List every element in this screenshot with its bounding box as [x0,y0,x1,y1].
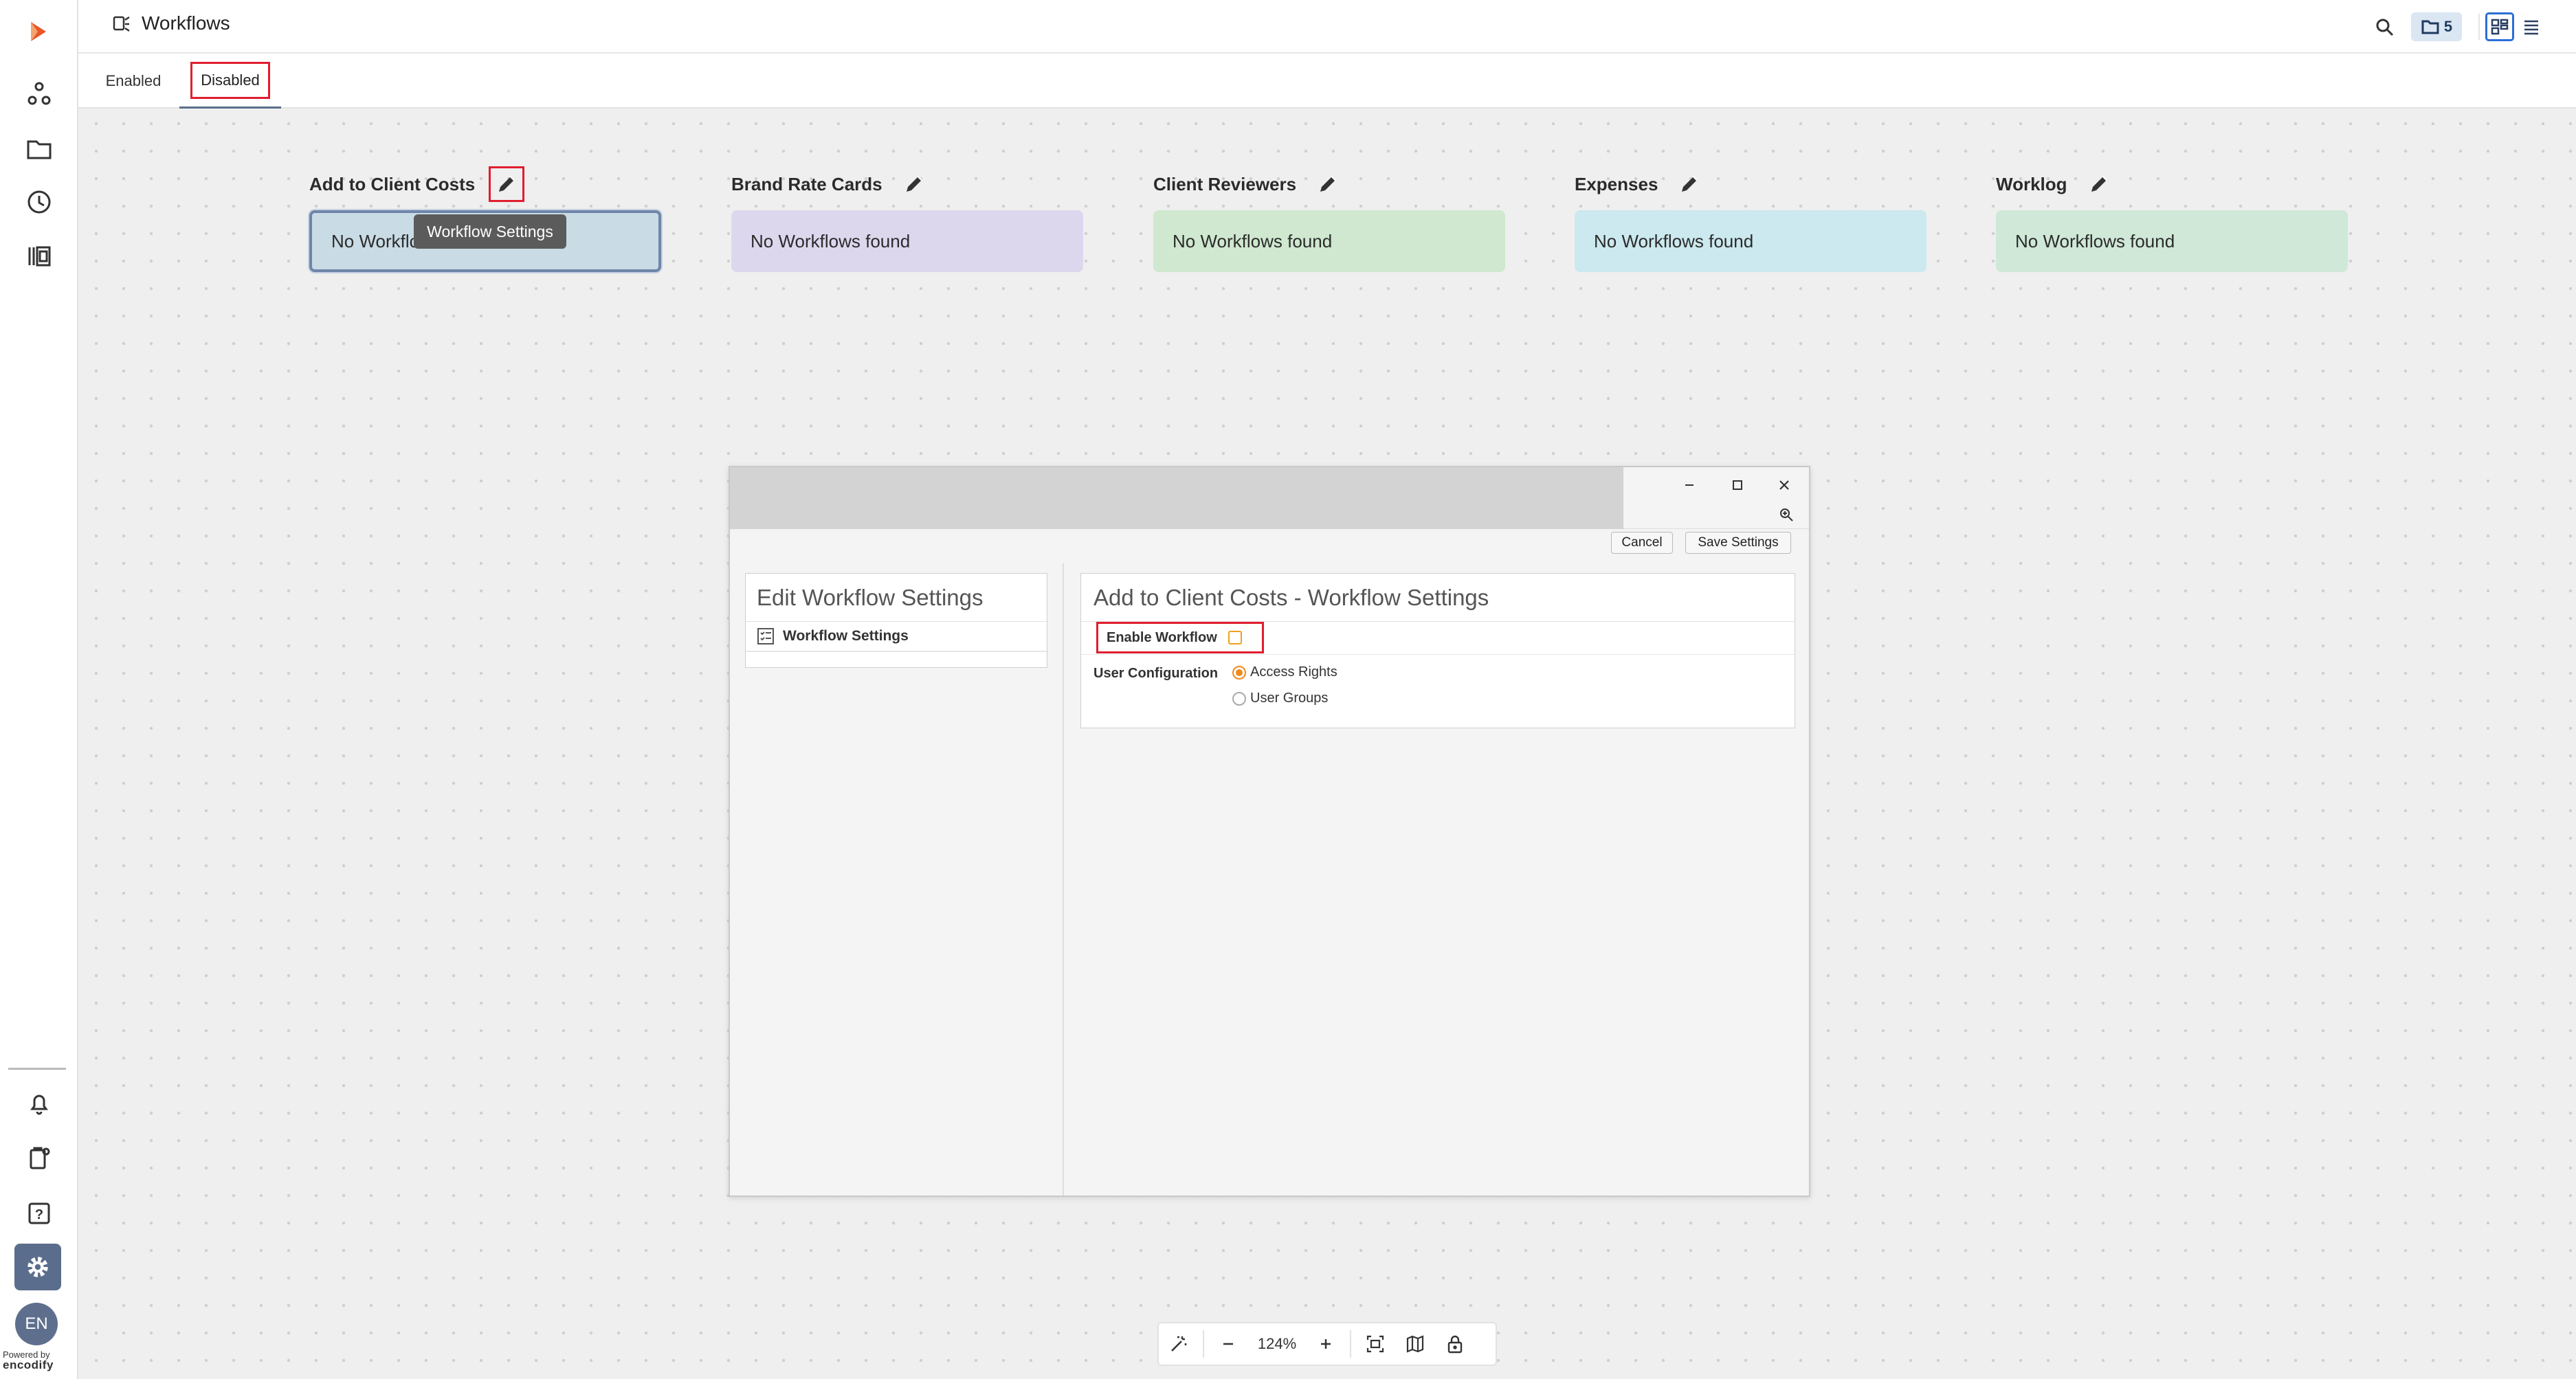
column-title: Brand Rate Cards [731,173,882,194]
brand-name: encodify [3,1358,54,1371]
workflow-empty-box[interactable]: No Workflows found [1996,210,2348,272]
workflow-empty-box[interactable]: No Workflows found [1575,210,1927,272]
powered-by: Powered by encodify [3,1349,54,1371]
workflow-settings-panel: Add to Client Costs - Workflow Settings … [1080,573,1795,728]
magic-wand-icon[interactable] [1159,1323,1199,1365]
tab-disabled[interactable]: Disabled [179,54,281,109]
view-toggle [2485,12,2546,41]
workflow-column-client-reviewers: Client Reviewers No Workflows found [1153,166,1505,272]
radio-user-groups[interactable]: User Groups [1232,691,1328,706]
enable-workflow-label: Enable Workflow [1107,629,1217,645]
pencil-edit-icon[interactable] [2081,166,2117,202]
pencil-edit-icon[interactable] [489,166,525,202]
empty-text: No Workflc [331,230,419,251]
folder-count: 5 [2443,18,2453,35]
settings-list-icon [757,627,775,645]
tab-enabled[interactable]: Enabled [99,54,168,109]
nav-item-label: Workflow Settings [783,628,909,644]
column-header: Add to Client Costs [309,166,661,202]
language-avatar[interactable]: EN [15,1303,58,1345]
lock-icon[interactable] [1435,1323,1475,1365]
sidebar: ? EN Powered by encodify [0,0,78,1379]
zoom-level: 124% [1257,1335,1297,1352]
radio-button[interactable] [1232,691,1246,706]
tab-bar: Enabled Disabled [78,54,2576,109]
header-divider [2478,14,2480,40]
workflow-settings-title: Add to Client Costs - Workflow Settings [1081,574,1795,622]
help-icon[interactable]: ? [20,1194,58,1233]
workflow-nodes-icon[interactable] [20,74,58,113]
radio-access-rights[interactable]: Access Rights [1232,664,1337,680]
column-title: Client Reviewers [1153,173,1297,194]
user-configuration-row: User Configuration Access Rights User Gr… [1081,655,1795,724]
workflow-empty-box[interactable]: No Workflows found [1153,210,1505,272]
workflow-column-brand-rate-cards: Brand Rate Cards No Workflows found [731,166,1083,272]
radio-label: User Groups [1250,691,1329,706]
enable-workflow-row: Enable Workflow [1081,622,1795,655]
fit-screen-icon[interactable] [1355,1323,1395,1365]
zoom-out-icon[interactable] [1208,1323,1248,1365]
svg-text:?: ? [35,1207,43,1222]
panel-divider [1063,563,1064,1196]
empty-text: No Workflows found [751,230,911,251]
history-clock-icon[interactable] [20,183,58,221]
column-title: Worklog [1996,173,2067,194]
sidebar-separator [8,1068,66,1070]
zoom-in-icon[interactable] [1306,1323,1346,1365]
radio-label: Access Rights [1250,664,1337,680]
pencil-edit-icon[interactable] [1672,166,1707,202]
pencil-edit-icon[interactable] [1310,166,1346,202]
workflow-column-worklog: Worklog No Workflows found [1996,166,2348,272]
workflow-settings-dialog: Cancel Save Settings Edit Workflow Setti… [729,466,1810,1197]
canvas-toolbar: 124% [1157,1322,1497,1366]
workflow-page-icon [111,13,132,34]
empty-text: No Workflows found [1594,230,1754,251]
nav-item-workflow-settings[interactable]: Workflow Settings [746,622,1047,652]
column-header: Worklog [1996,166,2348,202]
empty-text: No Workflows found [2015,230,2175,251]
page-title-wrap: Workflows [111,12,230,34]
settings-gear-icon[interactable] [14,1244,61,1290]
column-title: Add to Client Costs [309,173,476,194]
edit-settings-title: Edit Workflow Settings [746,574,1047,622]
close-icon[interactable] [1770,473,1798,497]
folder-icon[interactable] [20,129,58,168]
column-header: Brand Rate Cards [731,166,1083,202]
column-header: Expenses [1575,166,1927,202]
page-title: Workflows [142,12,230,34]
folder-icon [2421,19,2440,35]
toolbar-separator [1350,1330,1351,1358]
dialog-titlebar[interactable] [730,467,1623,529]
cancel-button[interactable]: Cancel [1611,532,1673,554]
user-configuration-label: User Configuration [1093,666,1219,681]
save-settings-button[interactable]: Save Settings [1685,532,1791,554]
board-view-icon[interactable] [2485,12,2514,41]
column-title: Expenses [1575,173,1658,194]
app-logo-icon[interactable] [20,12,58,51]
tab-disabled-label: Disabled [190,61,270,99]
header: Workflows 5 [78,0,2576,54]
column-header: Client Reviewers [1153,166,1505,202]
workflow-settings-tooltip: Workflow Settings [414,214,566,249]
enable-workflow-field: Enable Workflow [1096,622,1264,653]
edit-settings-panel: Edit Workflow Settings Workflow Settings [745,573,1047,668]
folder-count-badge[interactable]: 5 [2411,12,2462,41]
workflow-empty-box[interactable]: No Workflows found [731,210,1083,272]
minimize-icon[interactable] [1676,473,1703,497]
notification-bell-icon[interactable] [20,1084,58,1123]
clipboard-settings-icon[interactable] [20,1139,58,1178]
minimap-icon[interactable] [1395,1323,1435,1365]
workflow-column-expenses: Expenses No Workflows found [1575,166,1927,272]
maximize-icon[interactable] [1724,473,1751,497]
empty-text: No Workflows found [1173,230,1333,251]
toolbar-separator [1203,1330,1204,1358]
library-icon[interactable] [20,236,58,275]
pencil-edit-icon[interactable] [896,166,932,202]
zoom-in-icon[interactable] [1776,504,1797,525]
enable-workflow-checkbox[interactable] [1228,631,1242,644]
radio-button[interactable] [1232,665,1246,680]
search-icon[interactable] [2373,15,2397,40]
list-view-icon[interactable] [2517,12,2546,41]
